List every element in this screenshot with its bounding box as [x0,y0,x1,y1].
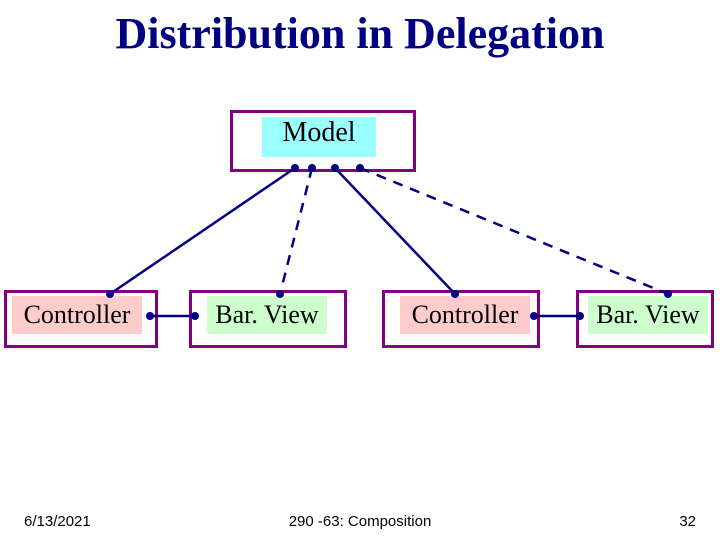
footer-center: 290 -63: Composition [0,513,720,530]
barview1-label: Bar. View [207,296,327,334]
footer-page: 32 [679,513,696,530]
slide: Distribution in Delegation Model Control… [0,0,720,540]
controller1-label: Controller [12,296,142,334]
model-label: Model [262,117,376,157]
slide-title: Distribution in Delegation [0,8,720,59]
controller2-label: Controller [400,296,530,334]
barview2-label: Bar. View [588,296,708,334]
connector-lines [0,0,720,540]
